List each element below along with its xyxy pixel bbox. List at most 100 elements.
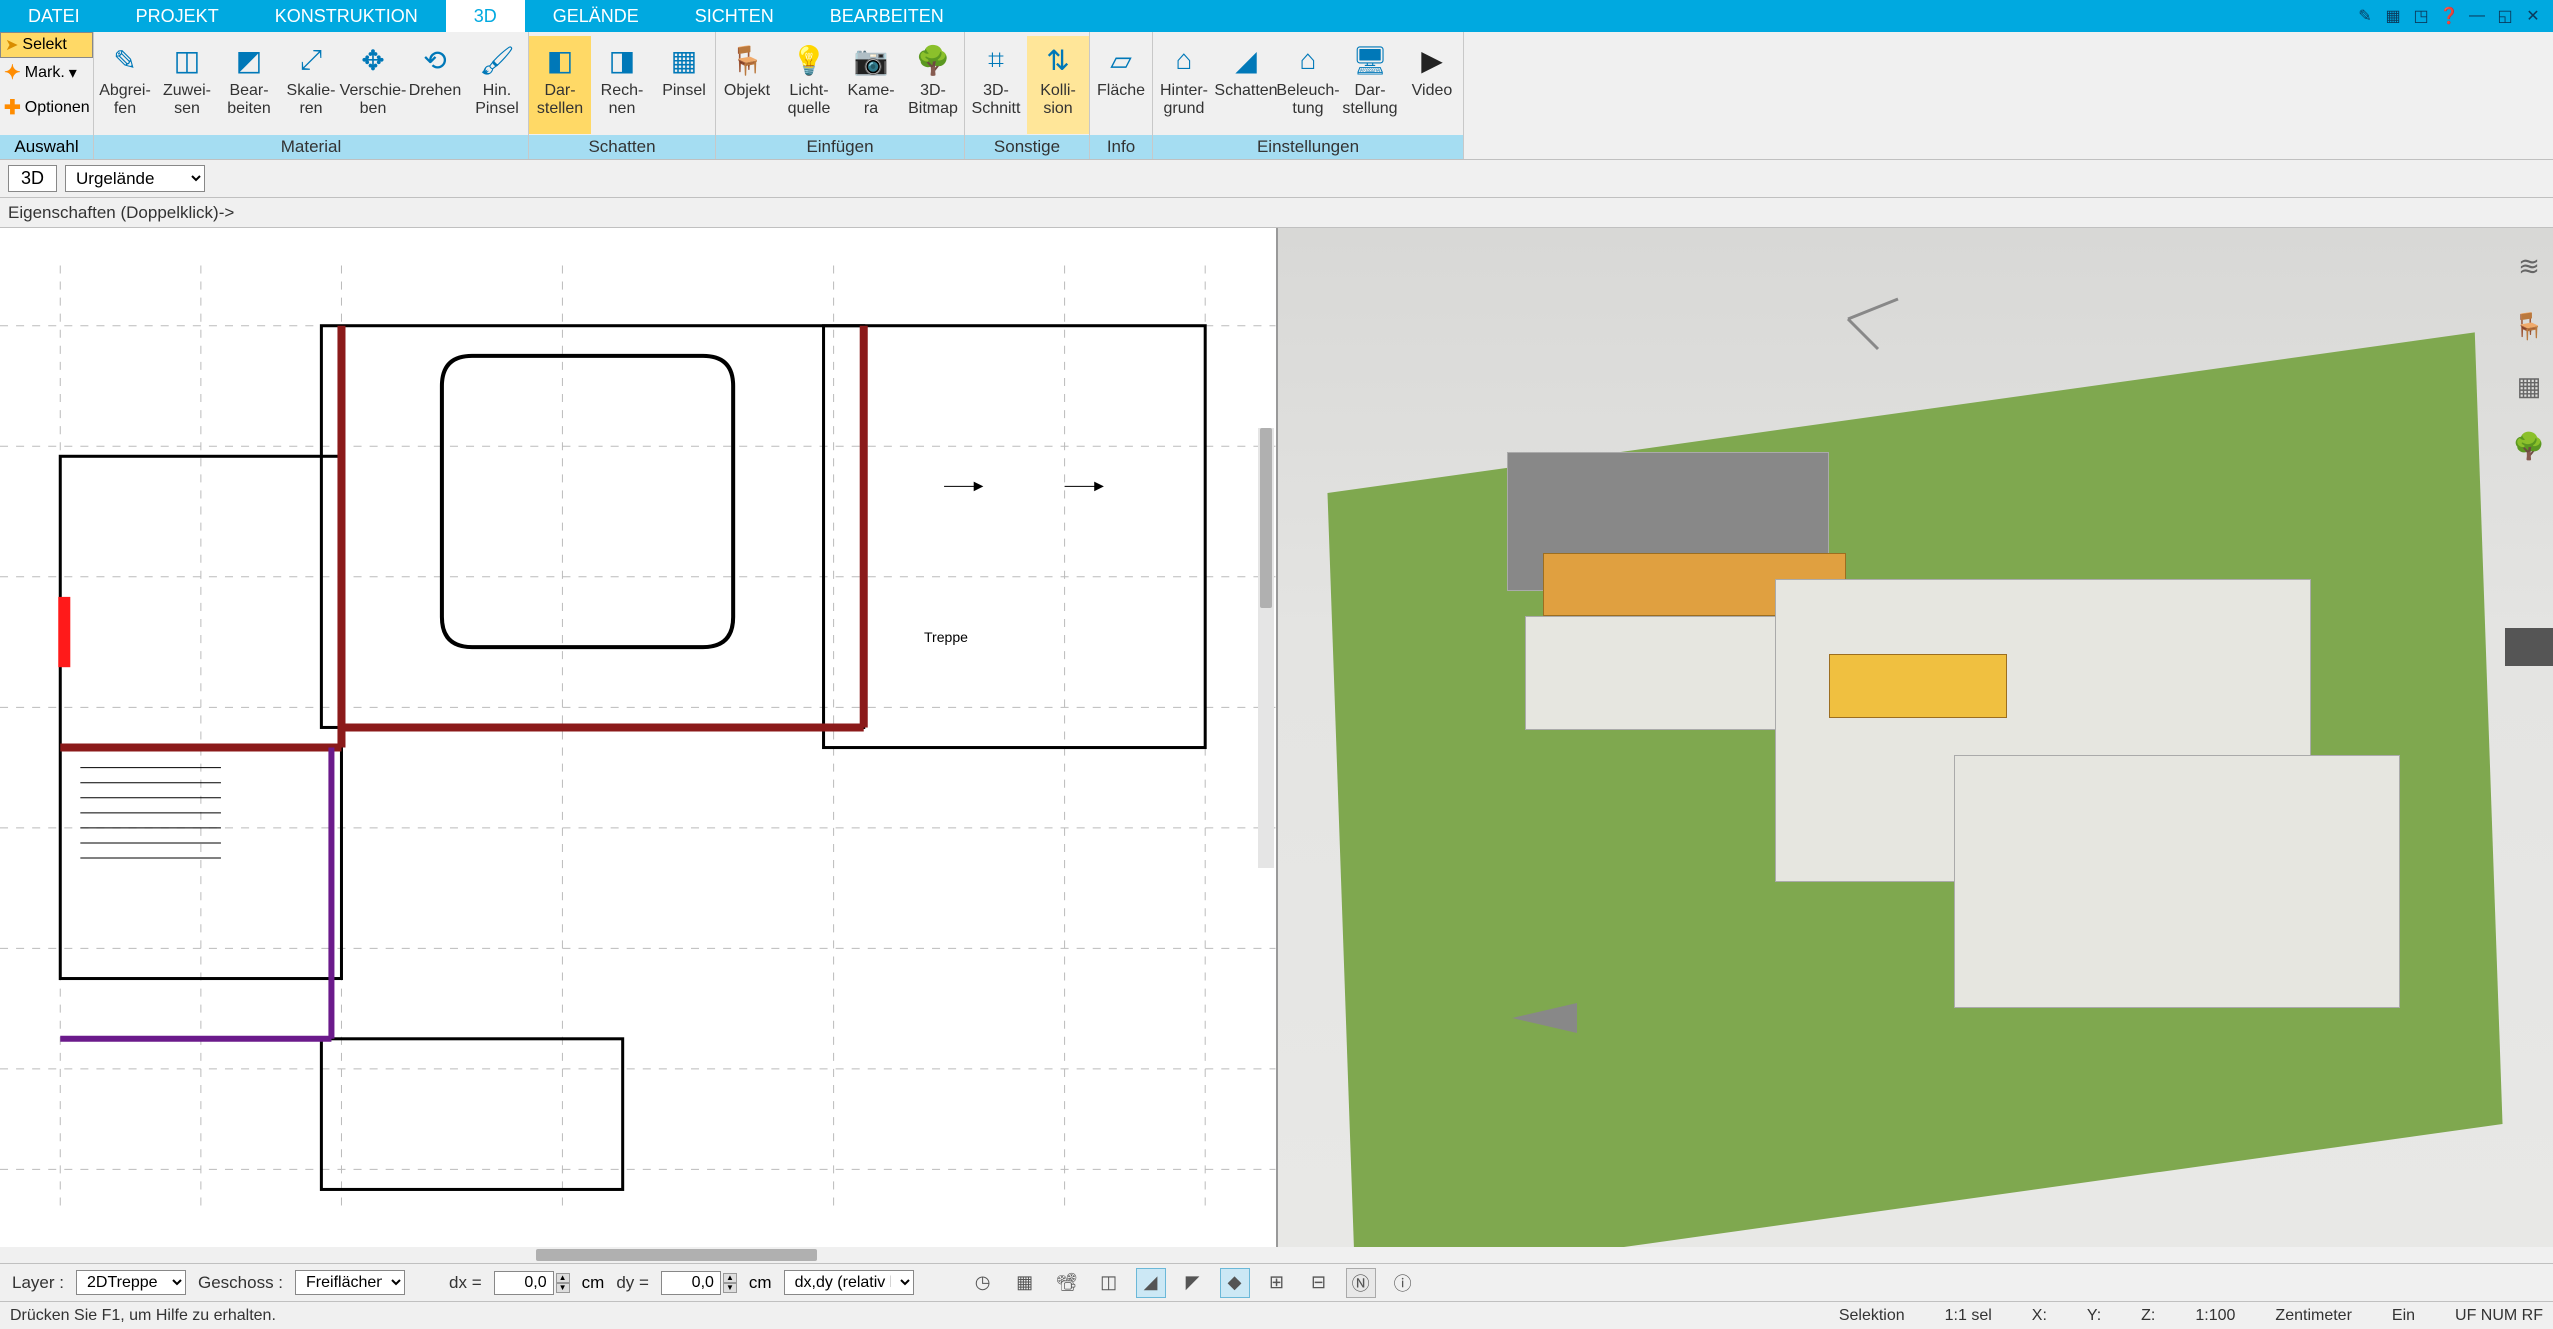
menu-tab-datei[interactable]: DATEI — [0, 0, 108, 32]
dy-label: dy = — [616, 1273, 649, 1293]
grid2-icon[interactable]: ⊞ — [1262, 1268, 1292, 1298]
group-label-sonstige: Sonstige — [965, 135, 1089, 159]
brush2-icon: ▦ — [664, 40, 704, 80]
bearbeiten-button[interactable]: ◩Bear- beiten — [218, 36, 280, 134]
skalieren-button[interactable]: ⤢Skalie- ren — [280, 36, 342, 134]
zuweisen-button[interactable]: ◫Zuwei- sen — [156, 36, 218, 134]
tool-icon-2[interactable]: ▦ — [2381, 4, 2405, 28]
options-label: Optionen — [25, 99, 90, 117]
menu-tab-gelaende[interactable]: GELÄNDE — [525, 0, 667, 32]
dx-down[interactable]: ▼ — [556, 1283, 570, 1293]
ribbon-group-einstellungen: ⌂Hinter- grund ◢Schatten ⌂Beleuch- tung … — [1153, 32, 1464, 159]
status-x: X: — [2032, 1307, 2047, 1325]
palette-icon[interactable]: ▦ — [2511, 368, 2547, 404]
layer-select[interactable]: 2DTreppe — [76, 1270, 186, 1295]
dy-input[interactable] — [661, 1271, 721, 1295]
viewports: Treppe — [0, 228, 2553, 1247]
menu-tab-projekt[interactable]: PROJEKT — [108, 0, 247, 32]
flaeche-button[interactable]: ▱Fläche — [1090, 36, 1152, 134]
clock-icon[interactable]: ◷ — [968, 1268, 998, 1298]
status-selection: Selektion — [1839, 1307, 1905, 1325]
vertical-scrollbar[interactable] — [1258, 428, 1274, 868]
drehen-button[interactable]: ⟲Drehen — [404, 36, 466, 134]
tool-icon-3[interactable]: ◳ — [2409, 4, 2433, 28]
play-icon: ▶ — [1412, 40, 1452, 80]
dropdown-icon: ▾ — [69, 63, 77, 83]
dy-up[interactable]: ▲ — [723, 1273, 737, 1283]
furniture-icon[interactable]: 🪑 — [2511, 308, 2547, 344]
scale-icon: ⤢ — [291, 40, 331, 80]
beleuchtung-button[interactable]: ⌂Beleuch- tung — [1277, 36, 1339, 134]
viewport-2d-plan[interactable]: Treppe — [0, 228, 1278, 1247]
help-icon[interactable]: ❓ — [2437, 4, 2461, 28]
kamera-button[interactable]: 📷Kame- ra — [840, 36, 902, 134]
geschoss-select[interactable]: Freiflächen — [295, 1270, 405, 1295]
grid3-icon[interactable]: ⊟ — [1304, 1268, 1334, 1298]
tool-icon-1[interactable]: ✎ — [2353, 4, 2377, 28]
status-scale: 1:100 — [2195, 1307, 2235, 1325]
objekt-button[interactable]: 🪑Objekt — [716, 36, 778, 134]
display-icon: 🖥 — [1350, 40, 1390, 80]
window-close-icon[interactable]: ✕ — [2521, 4, 2545, 28]
coord-mode-select[interactable]: dx,dy (relativ ka — [784, 1270, 914, 1295]
horizontal-scrollbar[interactable] — [0, 1247, 1277, 1263]
3d-bitmap-button[interactable]: 🌳3D- Bitmap — [902, 36, 964, 134]
view-mode-badge[interactable]: 3D — [8, 165, 57, 192]
camera-icon: 📷 — [851, 40, 891, 80]
options-button[interactable]: ✚ Optionen — [0, 93, 93, 122]
assign-icon: ◫ — [167, 40, 207, 80]
snap2-icon[interactable]: ◤ — [1178, 1268, 1208, 1298]
viewport-3d[interactable]: ≋ 🪑 ▦ 🌳 — [1278, 228, 2553, 1247]
menu-tab-sichten[interactable]: SICHTEN — [667, 0, 802, 32]
rechnen-button[interactable]: ◨Rech- nen — [591, 36, 653, 134]
window-restore-icon[interactable]: ◱ — [2493, 4, 2517, 28]
panel-handle[interactable] — [2505, 628, 2553, 666]
3d-schnitt-button[interactable]: ⌗3D- Schnitt — [965, 36, 1027, 134]
window-controls: ✎ ▦ ◳ ❓ — ◱ ✕ — [2353, 0, 2553, 32]
dx-up[interactable]: ▲ — [556, 1273, 570, 1283]
n-toggle[interactable]: Ⓝ — [1346, 1268, 1376, 1298]
darstellung-button[interactable]: 🖥Dar- stellung — [1339, 36, 1401, 134]
verschieben-button[interactable]: ✥Verschie- ben — [342, 36, 404, 134]
group-label-info: Info — [1090, 135, 1152, 159]
window-minimize-icon[interactable]: — — [2465, 4, 2489, 28]
hintergrund-button[interactable]: ⌂Hinter- grund — [1153, 36, 1215, 134]
grid1-icon[interactable]: ▦ — [1010, 1268, 1040, 1298]
shadow-icon: ◢ — [1226, 40, 1266, 80]
abgreifen-button[interactable]: ✎Abgrei- fen — [94, 36, 156, 134]
hin-pinsel-button[interactable]: 🖌Hin. Pinsel — [466, 36, 528, 134]
ribbon: ➤ Selekt ✦ Mark. ▾ ✚ Optionen Auswahl ✎A… — [0, 32, 2553, 160]
snap3-icon[interactable]: ◆ — [1220, 1268, 1250, 1298]
schatten-settings-button[interactable]: ◢Schatten — [1215, 36, 1277, 134]
lighting-icon: ⌂ — [1288, 40, 1328, 80]
dy-down[interactable]: ▼ — [723, 1283, 737, 1293]
tree-tool-icon[interactable]: 🌳 — [2511, 428, 2547, 464]
video-button[interactable]: ▶Video — [1401, 36, 1463, 134]
menu-tab-konstruktion[interactable]: KONSTRUKTION — [247, 0, 446, 32]
dx-input[interactable] — [494, 1271, 554, 1295]
plus-icon: ✦ — [4, 60, 21, 85]
layers2-icon[interactable]: ◫ — [1094, 1268, 1124, 1298]
pinsel-button[interactable]: ▦Pinsel — [653, 36, 715, 134]
kollision-button[interactable]: ⇅Kolli- sion — [1027, 36, 1089, 134]
snap1-icon[interactable]: ◢ — [1136, 1268, 1166, 1298]
darstellen-button[interactable]: ◧Dar- stellen — [529, 36, 591, 134]
layers-icon[interactable]: ≋ — [2511, 248, 2547, 284]
dx-unit: cm — [582, 1273, 605, 1293]
properties-hint[interactable]: Eigenschaften (Doppelklick)-> — [0, 198, 2553, 228]
menu-tab-3d[interactable]: 3D — [446, 0, 525, 32]
ribbon-group-sonstige: ⌗3D- Schnitt ⇅Kolli- sion Sonstige — [965, 32, 1090, 159]
mark-button[interactable]: ✦ Mark. ▾ — [0, 58, 93, 87]
lichtquelle-button[interactable]: 💡Licht- quelle — [778, 36, 840, 134]
camera2-icon[interactable]: 📽 — [1052, 1268, 1082, 1298]
select-button[interactable]: ➤ Selekt — [0, 32, 93, 58]
terrain-dropdown[interactable]: Urgelände — [65, 165, 205, 192]
eyedropper-icon: ✎ — [105, 40, 145, 80]
status-unit: Zentimeter — [2275, 1307, 2351, 1325]
collision-icon: ⇅ — [1038, 40, 1078, 80]
light-icon: 💡 — [789, 40, 829, 80]
info-icon[interactable]: ⓘ — [1388, 1268, 1418, 1298]
status-z: Z: — [2141, 1307, 2155, 1325]
menu-tab-bearbeiten[interactable]: BEARBEITEN — [802, 0, 972, 32]
geschoss-label: Geschoss : — [198, 1273, 283, 1293]
